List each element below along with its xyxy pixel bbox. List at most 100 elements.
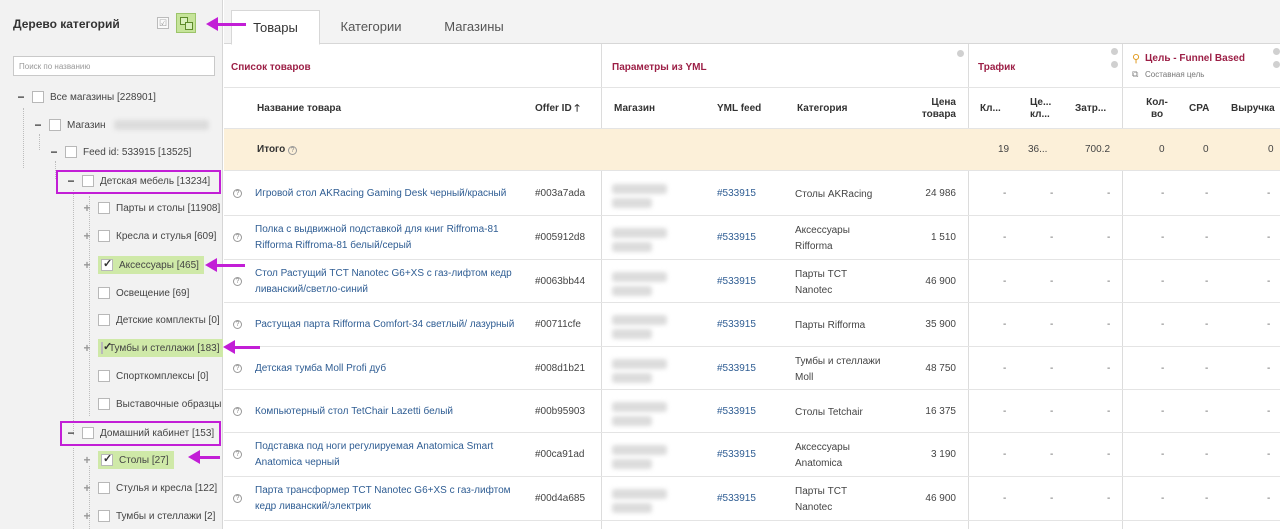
col-category[interactable]: Категория bbox=[797, 103, 847, 115]
tree-node-chairs[interactable]: + Кресла и стулья [609] bbox=[82, 225, 216, 247]
feed-link[interactable]: #533915 bbox=[717, 406, 756, 417]
select-all-icon[interactable]: ☑ bbox=[157, 17, 169, 29]
feed-link[interactable]: #533915 bbox=[717, 188, 756, 199]
tree-checkbox[interactable] bbox=[98, 482, 110, 494]
table-row[interactable]: ? Стол Растущий TCT Nanotec G6+XS с газ-… bbox=[224, 260, 1280, 303]
col-clicks[interactable]: Кл... bbox=[980, 103, 1001, 115]
tree-node-feed[interactable]: − Feed id: 533915 [13525] bbox=[49, 141, 191, 163]
expand-icon[interactable]: + bbox=[82, 201, 92, 215]
table-row[interactable]: ? Компьютерный стол TetChair Lazetti бел… bbox=[224, 390, 1280, 433]
col-revenue[interactable]: Выручка bbox=[1231, 103, 1275, 115]
help-icon[interactable]: ? bbox=[233, 188, 242, 198]
table-row[interactable]: ? Полка с выдвижной подставкой для книг … bbox=[224, 216, 1280, 260]
product-name-link[interactable]: Растущая парта Rifforma Comfort-34 светл… bbox=[255, 317, 525, 333]
expand-icon[interactable]: + bbox=[82, 341, 92, 355]
composite-select-icon[interactable] bbox=[176, 13, 196, 33]
collapse-icon[interactable]: − bbox=[16, 90, 26, 104]
help-icon[interactable]: ? bbox=[233, 406, 242, 416]
collapse-icon[interactable]: − bbox=[33, 118, 43, 132]
tab-categories[interactable]: Категории bbox=[326, 10, 416, 45]
product-name-link[interactable]: Игровой стол AKRacing Gaming Desk черный… bbox=[255, 186, 525, 202]
tree-node-shop[interactable]: − Магазин bbox=[33, 114, 209, 136]
help-icon[interactable]: ? bbox=[233, 320, 242, 329]
feed-link[interactable]: #533915 bbox=[717, 319, 756, 330]
collapse-icon[interactable]: − bbox=[49, 145, 59, 159]
tree-checkbox-checked[interactable] bbox=[101, 340, 112, 354]
table-row[interactable]: ? Растущая парта Rifforma Comfort-34 све… bbox=[224, 303, 1280, 347]
expand-icon[interactable]: + bbox=[82, 509, 92, 523]
product-name-link[interactable]: Компьютерный стол TetChair Lazetti белый bbox=[255, 404, 525, 420]
blurred-shop bbox=[612, 242, 652, 252]
product-name-link[interactable]: Парта трансформер TCT Nanotec G6+XS с га… bbox=[255, 483, 525, 515]
help-icon[interactable]: ? bbox=[233, 276, 242, 286]
tree-checkbox[interactable] bbox=[98, 398, 110, 410]
tree-checkbox[interactable] bbox=[98, 202, 110, 214]
table-row[interactable]: ? Игровой стол AKRacing Gaming Desk черн… bbox=[224, 171, 1280, 216]
product-name-link[interactable]: Стол Растущий TCT Nanotec G6+XS с газ-ли… bbox=[255, 266, 525, 298]
product-name-link[interactable]: Детская тумба Moll Profi дуб bbox=[255, 361, 525, 377]
expand-icon[interactable]: + bbox=[82, 453, 92, 467]
tree-checkbox[interactable] bbox=[49, 119, 61, 131]
col-cost[interactable]: Затр... bbox=[1075, 103, 1106, 115]
tree-checkbox[interactable] bbox=[98, 314, 110, 326]
tree-node-kids-sets[interactable]: Детские комплекты [0] bbox=[98, 309, 220, 331]
col-qty[interactable]: Кол-во bbox=[1143, 97, 1171, 121]
tree-checkbox[interactable] bbox=[98, 510, 110, 522]
price-cell: 24 986 bbox=[925, 187, 956, 199]
col-cpa[interactable]: CPA bbox=[1189, 103, 1209, 115]
tree-node-label: Стулья и кресла [122] bbox=[116, 482, 218, 494]
col-yml-feed[interactable]: YML feed bbox=[717, 103, 761, 115]
settings-icon[interactable] bbox=[1111, 48, 1118, 55]
table-row[interactable]: ? Подставка под ноги регулируемая Anatom… bbox=[224, 433, 1280, 477]
revenue-cell: - bbox=[1267, 493, 1271, 504]
tree-checkbox[interactable] bbox=[98, 370, 110, 382]
tree-node-office-cabinets[interactable]: + Тумбы и стеллажи [2] bbox=[82, 505, 215, 527]
col-name[interactable]: Название товара bbox=[257, 103, 341, 115]
feed-link[interactable]: #533915 bbox=[717, 449, 756, 460]
feed-link[interactable]: #533915 bbox=[717, 276, 756, 287]
expand-icon[interactable]: + bbox=[82, 481, 92, 495]
tab-shops[interactable]: Магазины bbox=[434, 10, 514, 45]
feed-link[interactable]: #533915 bbox=[717, 363, 756, 374]
annotation-arrow bbox=[223, 340, 260, 354]
tree-checkbox[interactable] bbox=[98, 230, 110, 242]
tree-node-tables[interactable]: + Столы [27] bbox=[82, 449, 174, 471]
tree-node-sports[interactable]: Спорткомплексы [0] bbox=[98, 365, 208, 387]
col-price[interactable]: Цена товара bbox=[914, 97, 956, 121]
tree-node-lighting[interactable]: Освещение [69] bbox=[98, 282, 189, 304]
column-header-row: Название товара Offer ID 🡑 Магазин YML f… bbox=[224, 88, 1280, 129]
tree-checkbox-checked[interactable] bbox=[101, 257, 113, 271]
product-name-link[interactable]: Полка с выдвижной подставкой для книг Ri… bbox=[255, 222, 525, 254]
col-cpc[interactable]: Це... кл... bbox=[1030, 97, 1056, 121]
tree-checkbox[interactable] bbox=[65, 146, 77, 158]
table-row[interactable]: ? Парта трансформер TCT Nanotec G6+XS с … bbox=[224, 477, 1280, 521]
tree-node-desks[interactable]: + Парты и столы [11908] bbox=[82, 197, 220, 219]
product-name-link[interactable]: Подставка под ноги регулируемая Anatomic… bbox=[255, 439, 525, 471]
feed-link[interactable]: #533915 bbox=[717, 493, 756, 504]
help-icon[interactable]: ? bbox=[233, 450, 242, 459]
settings-icon[interactable] bbox=[957, 50, 964, 57]
col-shop[interactable]: Магазин bbox=[614, 103, 655, 115]
tree-node-office-chairs[interactable]: + Стулья и кресла [122] bbox=[82, 477, 217, 499]
expand-icon[interactable]: + bbox=[82, 258, 92, 272]
tree-search-input[interactable] bbox=[13, 56, 215, 76]
table-row[interactable]: ? Детская тумба Moll Profi дуб #008d1b21… bbox=[224, 347, 1280, 390]
help-icon[interactable]: ? bbox=[233, 363, 242, 373]
tree-checkbox-checked[interactable] bbox=[101, 452, 113, 466]
tree-node-cabinets[interactable]: + Тумбы и стеллажи [183] bbox=[82, 337, 223, 359]
offer-id: #003a7ada bbox=[535, 187, 586, 199]
settings-icon[interactable] bbox=[1273, 48, 1280, 55]
expand-icon[interactable]: + bbox=[82, 229, 92, 243]
settings-icon[interactable] bbox=[1111, 61, 1118, 68]
tree-checkbox[interactable] bbox=[32, 91, 44, 103]
tree-checkbox[interactable] bbox=[98, 287, 110, 299]
feed-link[interactable]: #533915 bbox=[717, 232, 756, 243]
help-icon[interactable]: ? bbox=[233, 494, 242, 503]
help-icon[interactable]: ? bbox=[233, 233, 242, 242]
tree-node-accessories[interactable]: + Аксессуары [465] bbox=[82, 254, 204, 276]
help-icon[interactable]: ? bbox=[288, 146, 297, 155]
tree-node-showroom[interactable]: Выставочные образцы bbox=[98, 393, 222, 415]
settings-icon[interactable] bbox=[1273, 61, 1280, 68]
col-offer-id[interactable]: Offer ID 🡑 bbox=[535, 103, 580, 115]
tree-node-all-shops[interactable]: − Все магазины [228901] bbox=[16, 86, 155, 108]
